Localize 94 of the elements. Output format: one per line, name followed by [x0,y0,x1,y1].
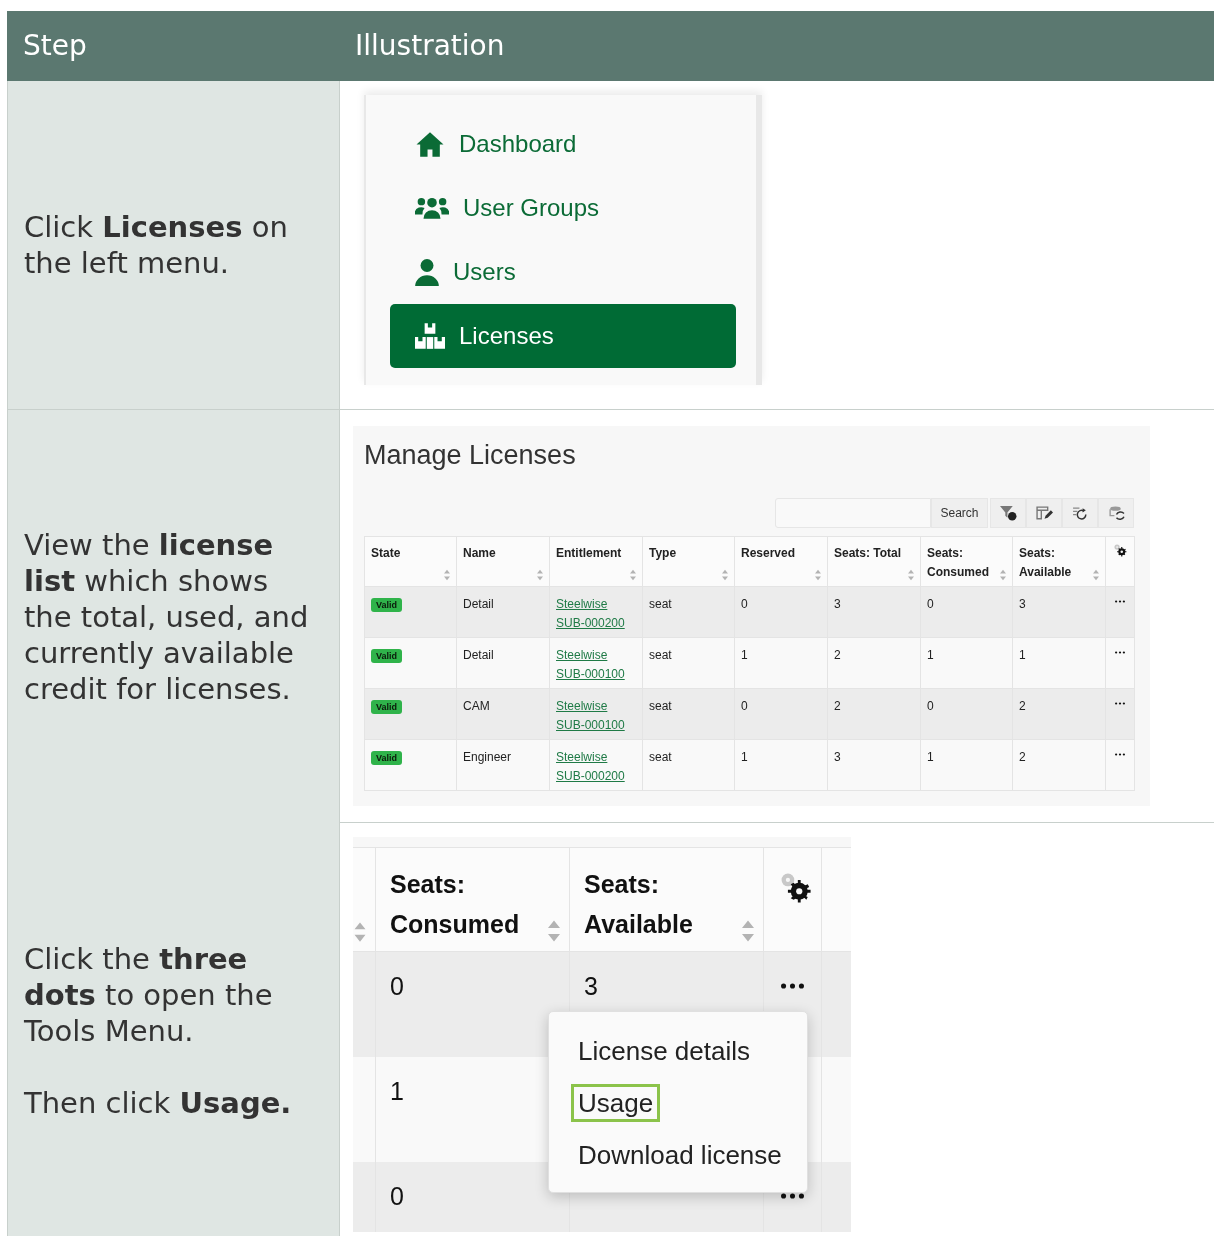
table-cell: seat [649,699,672,713]
menu-item[interactable]: Usage [571,1084,661,1122]
table-cell: 2 [834,648,841,662]
sort-icon[interactable] [1092,569,1100,581]
table-cell: Detail [463,597,494,611]
table-cell: 3 [584,972,598,1000]
sort-icon[interactable] [443,569,451,581]
more-icon[interactable] [1115,753,1125,756]
link[interactable]: SUB-000200 [556,614,625,633]
column-header: Seats: Consumed [390,869,521,940]
instruction-text: Click Licenses on the left menu. [24,209,289,281]
column-header: Type [649,545,677,562]
table-cell: 3 [834,597,841,611]
table-cell: 1 [741,648,748,662]
table-cell: 2 [1019,750,1026,764]
table-cell: 3 [1019,597,1026,611]
search-button[interactable]: Search [931,498,988,528]
table-cell: 0 [390,1182,404,1210]
more-icon[interactable] [1115,702,1125,705]
table-cell: 0 [927,597,934,611]
table-cell: 1 [390,1077,404,1105]
instruction-text: Click the three dots to open the Tools Menu. [24,941,274,1049]
more-icon[interactable] [1115,651,1125,654]
table-cell: 1 [1019,648,1026,662]
column-header: Step [22,28,88,64]
table-cell: Detail [463,648,494,662]
filter-icon [999,505,1017,521]
page-title: Manage Licenses [364,439,577,472]
table-cell: 0 [741,597,748,611]
edit-columns-icon [1035,505,1053,521]
toolbar-button[interactable] [990,498,1026,528]
table-cell: seat [649,648,672,662]
column-header: Seats: Consumed [927,545,990,581]
sort-icon[interactable] [721,569,729,581]
link[interactable]: SUB-000100 [556,665,625,684]
link[interactable]: Steelwise [556,646,608,665]
person-icon [415,258,439,286]
column-header: Name [463,545,496,562]
sort-icon[interactable] [629,569,637,581]
column-header: Entitlement [556,545,622,562]
column-header: Seats: Available [584,869,694,940]
column-header: Seats: Available [1019,545,1073,581]
link[interactable]: Steelwise [556,697,608,716]
sort-icon[interactable] [353,921,367,943]
link[interactable]: Steelwise [556,595,608,614]
reset-icon [1071,505,1089,521]
home-icon [415,130,445,158]
sort-icon[interactable] [740,919,756,943]
more-icon[interactable] [781,1193,804,1199]
menu-item[interactable]: Download license [571,1136,789,1174]
table-cell: seat [649,750,672,764]
instruction-text: View the license list which shows the total, used, and currently available credit for licenses. [24,526,310,707]
menu-item[interactable]: Dashboard [390,112,736,176]
column-header: Reserved [741,545,796,562]
column-header: State [371,545,401,562]
table-cell: 2 [834,699,841,713]
toolbar-button[interactable] [1062,498,1098,528]
table-cell: 0 [741,699,748,713]
menu-item[interactable]: Users [390,240,736,304]
table-cell: Engineer [463,750,512,764]
more-icon[interactable] [1115,600,1125,603]
table-cell: seat [649,597,672,611]
table-cell: 1 [927,750,934,764]
link[interactable]: Steelwise [556,748,608,767]
table-cell: CAM [463,699,490,713]
status-badge: Valid [371,649,402,663]
sort-icon[interactable] [536,569,544,581]
settings-icon[interactable] [1113,543,1127,557]
sort-icon[interactable] [546,919,562,943]
link[interactable]: SUB-000100 [556,716,625,735]
table-cell: 2 [1019,699,1026,713]
more-icon[interactable] [781,983,804,989]
menu-item[interactable]: License details [571,1032,757,1070]
people-icon [415,196,449,220]
toolbar-button[interactable] [1026,498,1062,528]
menu-item[interactable]: User Groups [390,176,736,240]
table-cell: 1 [741,750,748,764]
column-header: Seats: Total [834,545,902,562]
table-cell: 0 [390,972,404,1000]
sort-icon[interactable] [814,569,822,581]
status-badge: Valid [371,598,402,612]
menu-item[interactable]: Licenses [390,304,736,368]
table-cell: 3 [834,750,841,764]
table-cell: 0 [927,699,934,713]
column-header: Illustration [354,28,505,64]
boxes-icon [415,323,445,349]
status-badge: Valid [371,751,402,765]
status-badge: Valid [371,700,402,714]
sort-icon[interactable] [907,569,915,581]
table-cell: 1 [927,648,934,662]
instruction-text: Then click Usage. [24,1085,293,1121]
refresh-icon [1107,505,1125,521]
link[interactable]: SUB-000200 [556,767,625,786]
sort-icon[interactable] [999,569,1007,581]
